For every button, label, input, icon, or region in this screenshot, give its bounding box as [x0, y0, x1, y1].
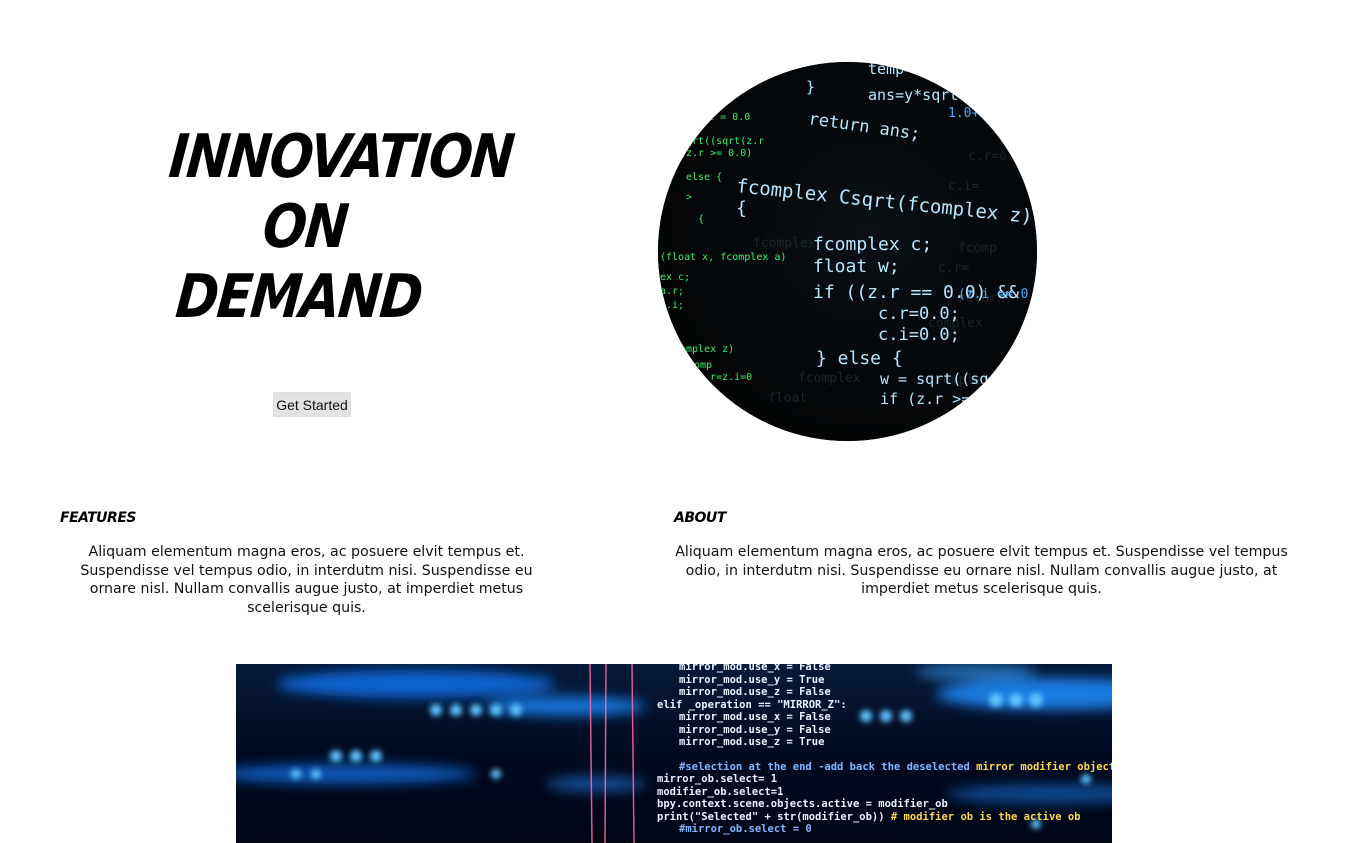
svg-text:#selection at the end -add bac: #selection at the end -add back the dese…	[679, 761, 1112, 773]
features-text: Aliquam elementum magna eros, ac posuere…	[80, 544, 533, 616]
svg-text:float: float	[768, 391, 807, 406]
svg-text:{: {	[698, 214, 704, 225]
hero-title-line-2: ON	[260, 192, 350, 262]
about-text: Aliquam elementum magna eros, ac posuere…	[675, 544, 1288, 597]
svg-text:fcomplex c;: fcomplex c;	[813, 234, 932, 255]
svg-text:(float x, fcomplex a): (float x, fcomplex a)	[660, 252, 786, 263]
svg-text:mirror_mod.use_x = False: mirror_mod.use_x = False	[679, 711, 831, 723]
svg-text:(z.r >= 0.0): (z.r >= 0.0)	[680, 148, 752, 159]
svg-text:mirror_mod.use_z = False: mirror_mod.use_z = False	[679, 686, 831, 698]
svg-text:#mirror_ob.select = 0: #mirror_ob.select = 0	[679, 823, 812, 835]
svg-text:1.0+temp*te: 1.0+temp*te	[948, 106, 1034, 121]
svg-text:else {: else {	[686, 172, 722, 183]
svg-text:& (z.i = 0.0: & (z.i = 0.0	[678, 112, 750, 123]
banner-code-image-art: mirror_mod.use_x = False mirror_mod.use_…	[236, 664, 1112, 843]
svg-text:if (z.r >= 0.0): if (z.r >= 0.0)	[880, 390, 1015, 408]
hero-title-line-1: INNOVATION	[166, 122, 516, 192]
hero-title: INNOVATION ON DEMAND	[154, 122, 516, 332]
about-heading: ABOUT	[674, 510, 726, 526]
svg-text:ans=y*sqrt(1.0+temp*temp: ans=y*sqrt(1.0+temp*temp	[868, 86, 1037, 104]
svg-text:temp=x/y;: temp=x/y;	[868, 62, 949, 78]
svg-text:(z.i == 0.0)) {: (z.i == 0.0)) {	[958, 287, 1037, 302]
svg-text:mirror_mod.use_x = False: mirror_mod.use_x = False	[679, 664, 831, 673]
hero-title-line-3: DEMAND	[172, 262, 425, 332]
svg-text:c.r=0.0;: c.r=0.0;	[878, 304, 960, 324]
svg-text:c;: c;	[660, 316, 672, 327]
svg-text:c.r=o: c.r=o	[968, 149, 1007, 164]
banner-code-image: mirror_mod.use_x = False mirror_mod.use_…	[236, 664, 1112, 843]
svg-text:fcomp: fcomp	[958, 241, 997, 256]
svg-text:a.r;: a.r;	[660, 286, 684, 297]
svg-text:modifier_ob.select=1: modifier_ob.select=1	[657, 786, 783, 798]
svg-text:c.i=0.0;: c.i=0.0;	[878, 325, 960, 345]
features-heading: FEATURES	[60, 510, 136, 526]
svg-text:>: >	[686, 192, 692, 203]
svg-text:print("Selected" + str(modifie: print("Selected" + str(modifier_ob)) # m…	[657, 811, 1081, 823]
svg-text:c.r=: c.r=	[938, 261, 969, 276]
svg-text:sqrt((sqrt(z.r: sqrt((sqrt(z.r	[680, 136, 764, 147]
svg-text:fcomplex: fcomplex	[798, 371, 861, 386]
get-started-button[interactable]: Get Started	[273, 392, 351, 417]
svg-text:a.i;: a.i;	[660, 300, 684, 311]
hero-code-image: c.r=o c.i= fcomplex c fcomp c.r= return …	[658, 62, 1037, 441]
svg-text:omplex z): omplex z)	[680, 344, 734, 355]
svg-text:c.i=: c.i=	[948, 179, 979, 194]
svg-text:z.r=z.i=0: z.r=z.i=0	[698, 372, 752, 383]
svg-text:float w;: float w;	[813, 256, 900, 277]
svg-text:bpy.context.scene.objects.acti: bpy.context.scene.objects.active = modif…	[657, 798, 948, 810]
svg-text:}: }	[806, 78, 815, 96]
svg-text:mirror_mod.use_y = False: mirror_mod.use_y = False	[679, 724, 831, 736]
svg-text:w = sqrt((sqrt(z.r: w = sqrt((sqrt(z.r	[880, 370, 1037, 388]
svg-text:ex c;: ex c;	[660, 272, 690, 283]
svg-text:} else {: } else {	[816, 348, 903, 369]
svg-text:comp: comp	[688, 360, 712, 371]
svg-text:{: {	[736, 198, 747, 219]
svg-text:mirror_mod.use_y = True: mirror_mod.use_y = True	[679, 674, 824, 686]
svg-text:mirror_ob.select= 1: mirror_ob.select= 1	[657, 773, 777, 785]
svg-text:mirror_mod.use_z = True: mirror_mod.use_z = True	[679, 736, 824, 748]
hero-code-image-art: c.r=o c.i= fcomplex c fcomp c.r= return …	[658, 62, 1037, 441]
svg-text:elif _operation == "MIRROR_Z":: elif _operation == "MIRROR_Z":	[657, 699, 847, 711]
